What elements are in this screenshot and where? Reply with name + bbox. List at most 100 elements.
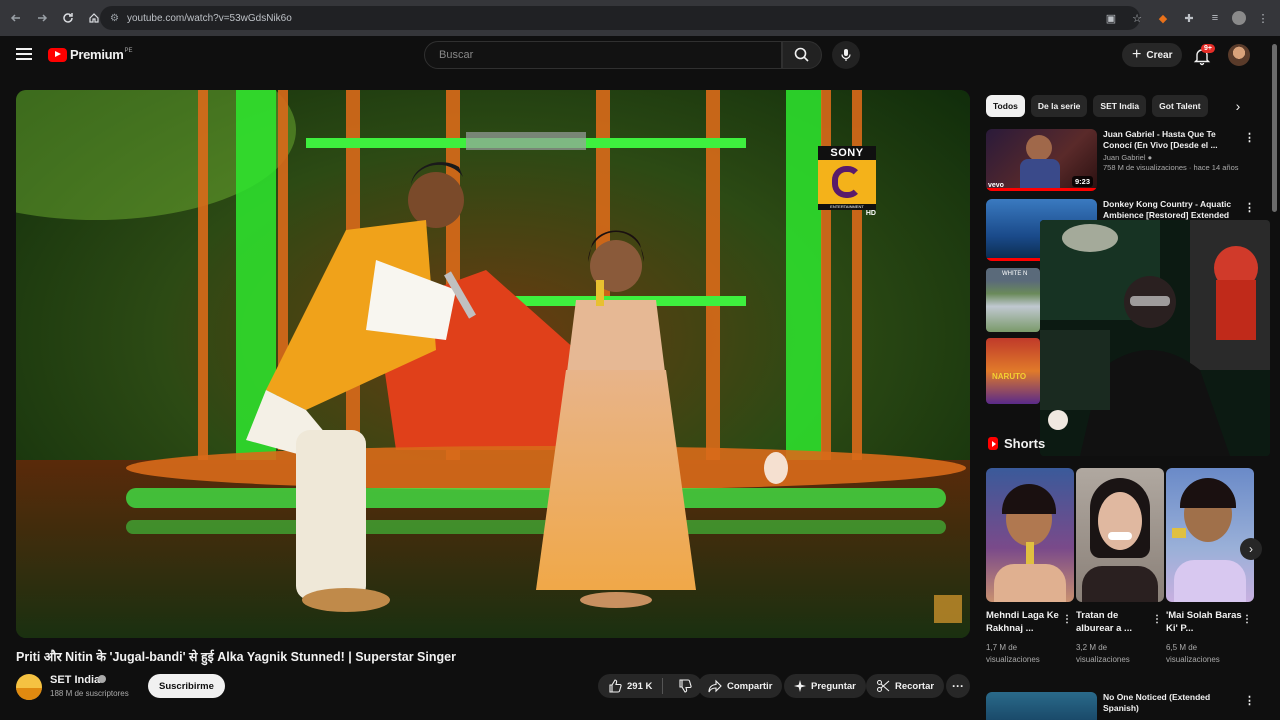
- short-item[interactable]: Mehndi Laga Ke Rakhnaj ... 1,7 M de visu…: [986, 468, 1074, 664]
- short-views: 6,5 M de visualizaciones: [1166, 643, 1220, 664]
- address-bar[interactable]: ⚙ youtube.com/watch?v=53wGdsNik6o: [100, 6, 1140, 30]
- short-title[interactable]: Mehndi Laga Ke Rakhnaj ...: [986, 609, 1062, 635]
- extension-fox-icon[interactable]: ◆: [1154, 6, 1172, 30]
- share-icon: [708, 679, 722, 693]
- voice-search-button[interactable]: [832, 41, 860, 69]
- youtube-header: Premium PE Buscar + Crear 9+: [0, 36, 1280, 74]
- share-button[interactable]: Compartir: [698, 674, 783, 698]
- subscriber-count: 188 M de suscriptores: [50, 689, 129, 698]
- create-button[interactable]: + Crear: [1122, 43, 1183, 67]
- webcam-overlay: [1040, 220, 1270, 456]
- logo-text: Premium: [70, 47, 124, 62]
- search-input[interactable]: Buscar: [424, 41, 782, 69]
- clip-button[interactable]: Recortar: [866, 674, 945, 698]
- chip-got-talent[interactable]: Got Talent: [1152, 95, 1208, 117]
- video-thumbnail[interactable]: [986, 692, 1097, 720]
- more-actions-icon[interactable]: ···: [946, 674, 970, 698]
- extensions-puzzle-icon[interactable]: ✚: [1180, 6, 1198, 30]
- short-title[interactable]: 'Mai Solah Baras Ki' P...: [1166, 609, 1242, 635]
- browser-toolbar: ⚙ youtube.com/watch?v=53wGdsNik6o ▣ ☆ ◆ …: [0, 0, 1280, 36]
- sony-hd: HD: [865, 210, 876, 217]
- chevron-right-icon[interactable]: ›: [1230, 98, 1246, 114]
- video-thumbnail[interactable]: NARUTO: [986, 338, 1040, 404]
- page-scrollbar[interactable]: [1272, 44, 1277, 212]
- kebab-menu-icon[interactable]: ⋮: [1062, 614, 1072, 625]
- short-title[interactable]: Tratan de alburear a ...: [1076, 609, 1152, 635]
- browser-menu-icon[interactable]: ⋮: [1254, 6, 1272, 30]
- recommendation-title[interactable]: No One Noticed (Extended Spanish): [1103, 692, 1239, 714]
- short-views: 3,2 M de visualizaciones: [1076, 643, 1130, 664]
- user-avatar[interactable]: [1228, 44, 1250, 66]
- channel-name[interactable]: SET India: [50, 674, 100, 686]
- shorts-section-header: Shorts: [988, 436, 1045, 451]
- chevron-right-icon[interactable]: ›: [1240, 538, 1262, 560]
- recommendation-item[interactable]: vevo 9:23 Juan Gabriel - Hasta Que Te Co…: [986, 129, 1256, 193]
- kebab-menu-icon[interactable]: ⋮: [1242, 614, 1252, 625]
- kebab-menu-icon[interactable]: ⋮: [1244, 201, 1255, 214]
- chip-series[interactable]: De la serie: [1030, 95, 1088, 117]
- youtube-logo[interactable]: Premium PE: [48, 47, 133, 62]
- thumbs-down-icon: [679, 679, 692, 693]
- search-placeholder: Buscar: [439, 49, 474, 61]
- like-button[interactable]: 291 K: [598, 678, 664, 694]
- scissors-icon: [877, 680, 890, 692]
- forward-icon[interactable]: [30, 6, 54, 30]
- video-thumbnail[interactable]: WHITE N: [986, 268, 1040, 332]
- subscribe-button[interactable]: Suscribirme: [148, 674, 225, 698]
- extension-icons: ▣ ☆ ◆ ✚ ≡ ⋮: [1102, 6, 1272, 30]
- channel-row: SET India 188 M de suscriptores Suscribi…: [16, 672, 970, 702]
- create-label: Crear: [1146, 49, 1173, 61]
- ask-button[interactable]: Preguntar: [784, 674, 866, 698]
- short-thumbnail[interactable]: [1076, 468, 1164, 602]
- profile-avatar-icon[interactable]: [1232, 11, 1246, 25]
- kebab-menu-icon[interactable]: ⋮: [1244, 694, 1255, 707]
- media-control-icon[interactable]: ≡: [1206, 6, 1224, 30]
- kebab-menu-icon[interactable]: ⋮: [1152, 614, 1162, 625]
- chip-todos[interactable]: Todos: [986, 95, 1025, 117]
- like-count: 291 K: [627, 680, 653, 692]
- sony-s-icon: [818, 160, 876, 204]
- channel-avatar[interactable]: [16, 674, 42, 700]
- recommendation-views: 758 M de visualizaciones · hace 14 años: [1103, 163, 1239, 172]
- short-item[interactable]: 'Mai Solah Baras Ki' P... 6,5 M de visua…: [1166, 468, 1254, 664]
- reload-icon[interactable]: [56, 6, 80, 30]
- streamer-camera-feed: [1040, 220, 1270, 456]
- video-thumbnail[interactable]: vevo 9:23: [986, 129, 1097, 191]
- recommendation-title[interactable]: Donkey Kong Country - Aquatic Ambience […: [1103, 199, 1239, 221]
- verified-icon: [98, 675, 106, 683]
- chip-channel[interactable]: SET India: [1093, 95, 1147, 117]
- site-settings-icon[interactable]: ⚙: [110, 13, 119, 24]
- bookmark-star-icon[interactable]: ☆: [1128, 6, 1146, 30]
- ask-label: Preguntar: [811, 680, 856, 692]
- clip-label: Recortar: [895, 680, 935, 692]
- youtube-play-icon: [48, 47, 67, 62]
- plus-icon: +: [1132, 46, 1142, 63]
- install-app-icon[interactable]: ▣: [1102, 6, 1120, 30]
- search-icon: [794, 47, 809, 62]
- back-icon[interactable]: [4, 6, 28, 30]
- url-text: youtube.com/watch?v=53wGdsNik6o: [126, 12, 292, 24]
- sony-watermark: SONY ENTERTAINMENT TELEVISION HD: [818, 146, 876, 220]
- video-player[interactable]: SONY ENTERTAINMENT TELEVISION HD: [16, 90, 970, 638]
- recommendation-item[interactable]: No One Noticed (Extended Spanish) ⋮: [986, 690, 1256, 720]
- thumbnail-label: NARUTO: [992, 372, 1027, 381]
- video-title: Priti और Nitin के 'Jugal-bandi' से हुई A…: [16, 650, 456, 664]
- thumbnail-label: WHITE N: [1002, 271, 1028, 277]
- short-thumbnail[interactable]: [1166, 468, 1254, 602]
- thumbs-up-icon: [609, 679, 622, 693]
- short-thumbnail[interactable]: [986, 468, 1074, 602]
- sony-text: SONY: [818, 146, 876, 160]
- filter-chips: Todos De la serie SET India Got Talent: [986, 95, 1256, 117]
- search-button[interactable]: [782, 41, 822, 69]
- kebab-menu-icon[interactable]: ⋮: [1244, 131, 1255, 144]
- sparkle-icon: [794, 680, 806, 692]
- short-item[interactable]: Tratan de alburear a ... 3,2 M de visual…: [1076, 468, 1164, 664]
- logo-region: PE: [124, 47, 133, 54]
- recommendation-meta: Juan Gabriel ● 758 M de visualizaciones …: [1103, 153, 1243, 173]
- microphone-icon: [841, 49, 851, 61]
- shorts-heading: Shorts: [1004, 436, 1046, 451]
- recommendation-title[interactable]: Juan Gabriel - Hasta Que Te Conocí (En V…: [1103, 129, 1239, 151]
- menu-icon[interactable]: [16, 48, 32, 60]
- short-views: 1,7 M de visualizaciones: [986, 643, 1040, 664]
- like-dislike-group: 291 K: [598, 674, 703, 698]
